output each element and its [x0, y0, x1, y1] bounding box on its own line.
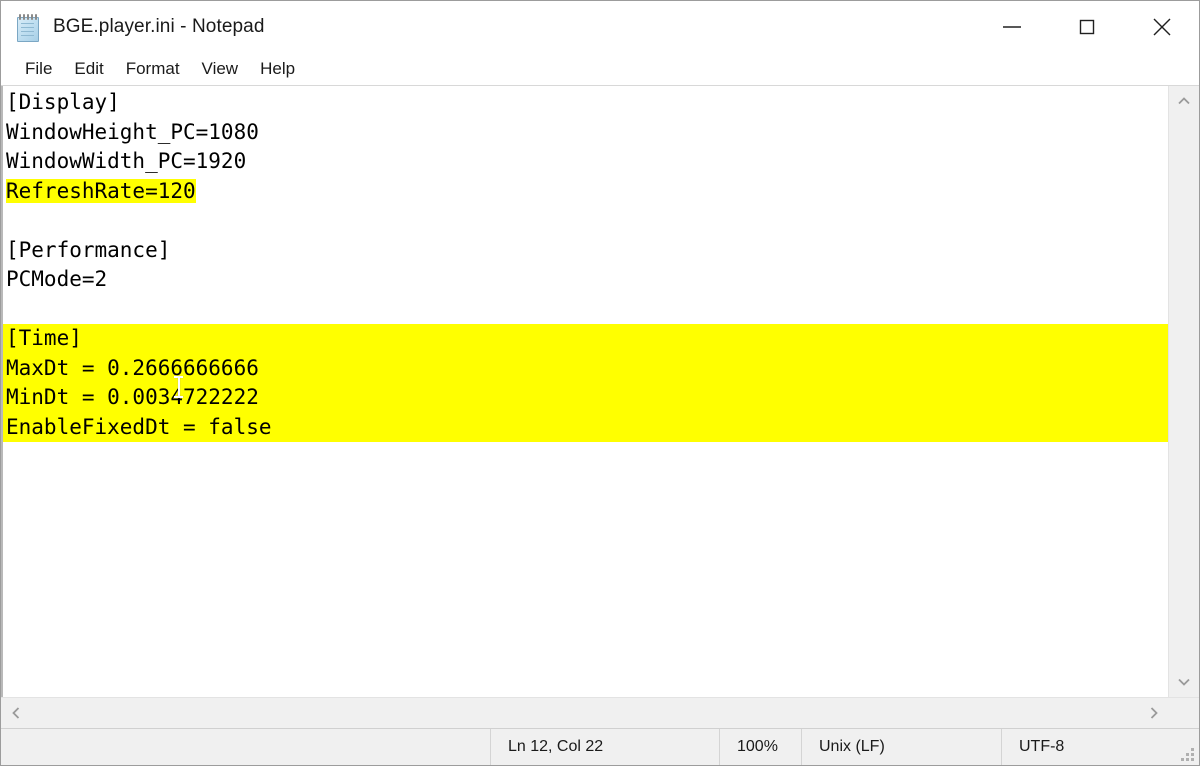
- document-line: EnableFixedDt = false: [3, 412, 1168, 442]
- document-text[interactable]: [Display] WindowHeight_PC=1080 WindowWidth…: [3, 88, 1168, 442]
- title-bar-left: BGE.player.ini - Notepad: [1, 13, 265, 42]
- menu-item-format[interactable]: Format: [115, 57, 191, 81]
- document-line: WindowWidth_PC=1920: [6, 149, 247, 173]
- status-bar: Ln 12, Col 22 100% Unix (LF) UTF-8: [1, 728, 1199, 765]
- menu-item-edit[interactable]: Edit: [63, 57, 114, 81]
- editor-region: [Display] WindowHeight_PC=1080 WindowWidth…: [1, 86, 1199, 697]
- chevron-down-icon: [1178, 678, 1190, 686]
- vertical-scrollbar[interactable]: [1168, 86, 1199, 697]
- minimize-button[interactable]: [974, 1, 1049, 53]
- chevron-left-icon: [12, 707, 20, 719]
- menu-bar: File Edit Format View Help: [1, 53, 1199, 86]
- notepad-icon: [15, 13, 41, 42]
- document-line: PCMode=2: [6, 267, 108, 291]
- scrollbar-corner: [1169, 698, 1199, 728]
- menu-item-view[interactable]: View: [191, 57, 250, 81]
- menu-item-help[interactable]: Help: [249, 57, 306, 81]
- window-controls: [974, 1, 1199, 53]
- status-line-ending[interactable]: Unix (LF): [801, 729, 1001, 765]
- scroll-right-button[interactable]: [1139, 698, 1169, 728]
- chevron-up-icon: [1178, 97, 1190, 105]
- minimize-icon: [1002, 26, 1021, 28]
- menu-item-file[interactable]: File: [14, 57, 63, 81]
- close-button[interactable]: [1124, 1, 1199, 53]
- close-icon: [1153, 18, 1170, 36]
- scroll-down-button[interactable]: [1169, 667, 1199, 697]
- horizontal-scrollbar[interactable]: [1, 698, 1169, 728]
- status-cursor-position[interactable]: Ln 12, Col 22: [490, 729, 719, 765]
- scroll-left-button[interactable]: [1, 698, 31, 728]
- document-line: [Time]: [3, 324, 1168, 354]
- status-zoom-level[interactable]: 100%: [719, 729, 801, 765]
- document-line: [Display]: [6, 90, 120, 114]
- document-line: WindowHeight_PC=1080: [6, 119, 259, 144]
- document-line: MaxDt = 0.2666666666: [3, 353, 1168, 383]
- resize-grip-icon[interactable]: [1181, 748, 1194, 761]
- highlighted-text: RefreshRate=120: [6, 178, 196, 203]
- maximize-icon: [1079, 19, 1094, 35]
- status-encoding[interactable]: UTF-8: [1001, 729, 1199, 765]
- chevron-right-icon: [1150, 707, 1158, 719]
- notepad-window: BGE.player.ini - Notepad File Edit Forma…: [0, 0, 1200, 766]
- text-editor[interactable]: [Display] WindowHeight_PC=1080 WindowWidth…: [1, 86, 1168, 697]
- document-line: [Performance]: [6, 237, 171, 262]
- vertical-scroll-track[interactable]: [1169, 116, 1199, 667]
- title-bar[interactable]: BGE.player.ini - Notepad: [1, 1, 1199, 53]
- scroll-up-button[interactable]: [1169, 86, 1199, 116]
- window-title: BGE.player.ini - Notepad: [53, 16, 265, 37]
- maximize-button[interactable]: [1049, 1, 1124, 53]
- document-line: MinDt = 0.0034722222: [3, 383, 1168, 413]
- document-line: RefreshRate=120: [3, 177, 1168, 207]
- horizontal-scrollbar-row: [1, 697, 1199, 728]
- status-bar-spacer: [1, 729, 490, 765]
